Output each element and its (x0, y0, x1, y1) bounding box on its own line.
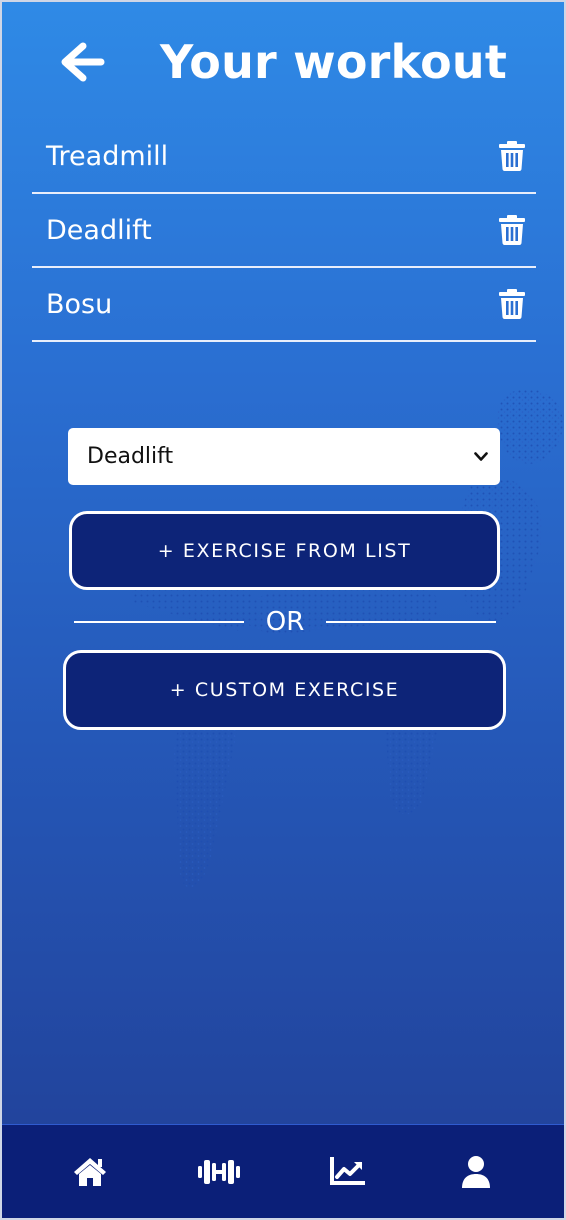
delete-exercise-button[interactable] (494, 136, 530, 176)
trash-icon (499, 289, 525, 319)
exercise-name: Treadmill (46, 140, 169, 172)
user-icon (461, 1155, 490, 1188)
chevron-down-icon (474, 451, 488, 461)
trash-icon (499, 141, 525, 171)
nav-workouts[interactable] (183, 1136, 255, 1208)
header: Your workout (2, 30, 564, 94)
exercise-select[interactable]: Deadlift (68, 428, 500, 485)
home-icon (74, 1157, 107, 1186)
bottom-navigation (2, 1124, 564, 1218)
nav-home[interactable] (54, 1136, 126, 1208)
workout-screen: Your workout Treadmill Deadlift Bosu Dea… (0, 0, 566, 1220)
exercise-name: Bosu (46, 288, 113, 320)
page-title: Your workout (160, 35, 508, 89)
add-exercise-from-list-button[interactable]: + EXERCISE FROM LIST (69, 511, 500, 590)
arrow-left-icon (61, 42, 105, 82)
delete-exercise-button[interactable] (494, 210, 530, 250)
trash-icon (499, 215, 525, 245)
list-item: Bosu (32, 268, 536, 342)
list-item: Treadmill (32, 120, 536, 194)
exercise-name: Deadlift (46, 214, 152, 246)
or-divider: OR (74, 606, 496, 638)
dumbbell-icon (197, 1159, 240, 1184)
chart-line-icon (330, 1156, 366, 1185)
divider-line-right (326, 621, 496, 623)
exercise-select-value: Deadlift (87, 444, 174, 469)
nav-progress[interactable] (311, 1136, 383, 1208)
nav-profile[interactable] (440, 1136, 512, 1208)
add-custom-exercise-button[interactable]: + CUSTOM EXERCISE (63, 650, 506, 730)
list-item: Deadlift (32, 194, 536, 268)
workout-exercise-list: Treadmill Deadlift Bosu (32, 120, 536, 342)
delete-exercise-button[interactable] (494, 284, 530, 324)
back-button[interactable] (54, 34, 110, 90)
